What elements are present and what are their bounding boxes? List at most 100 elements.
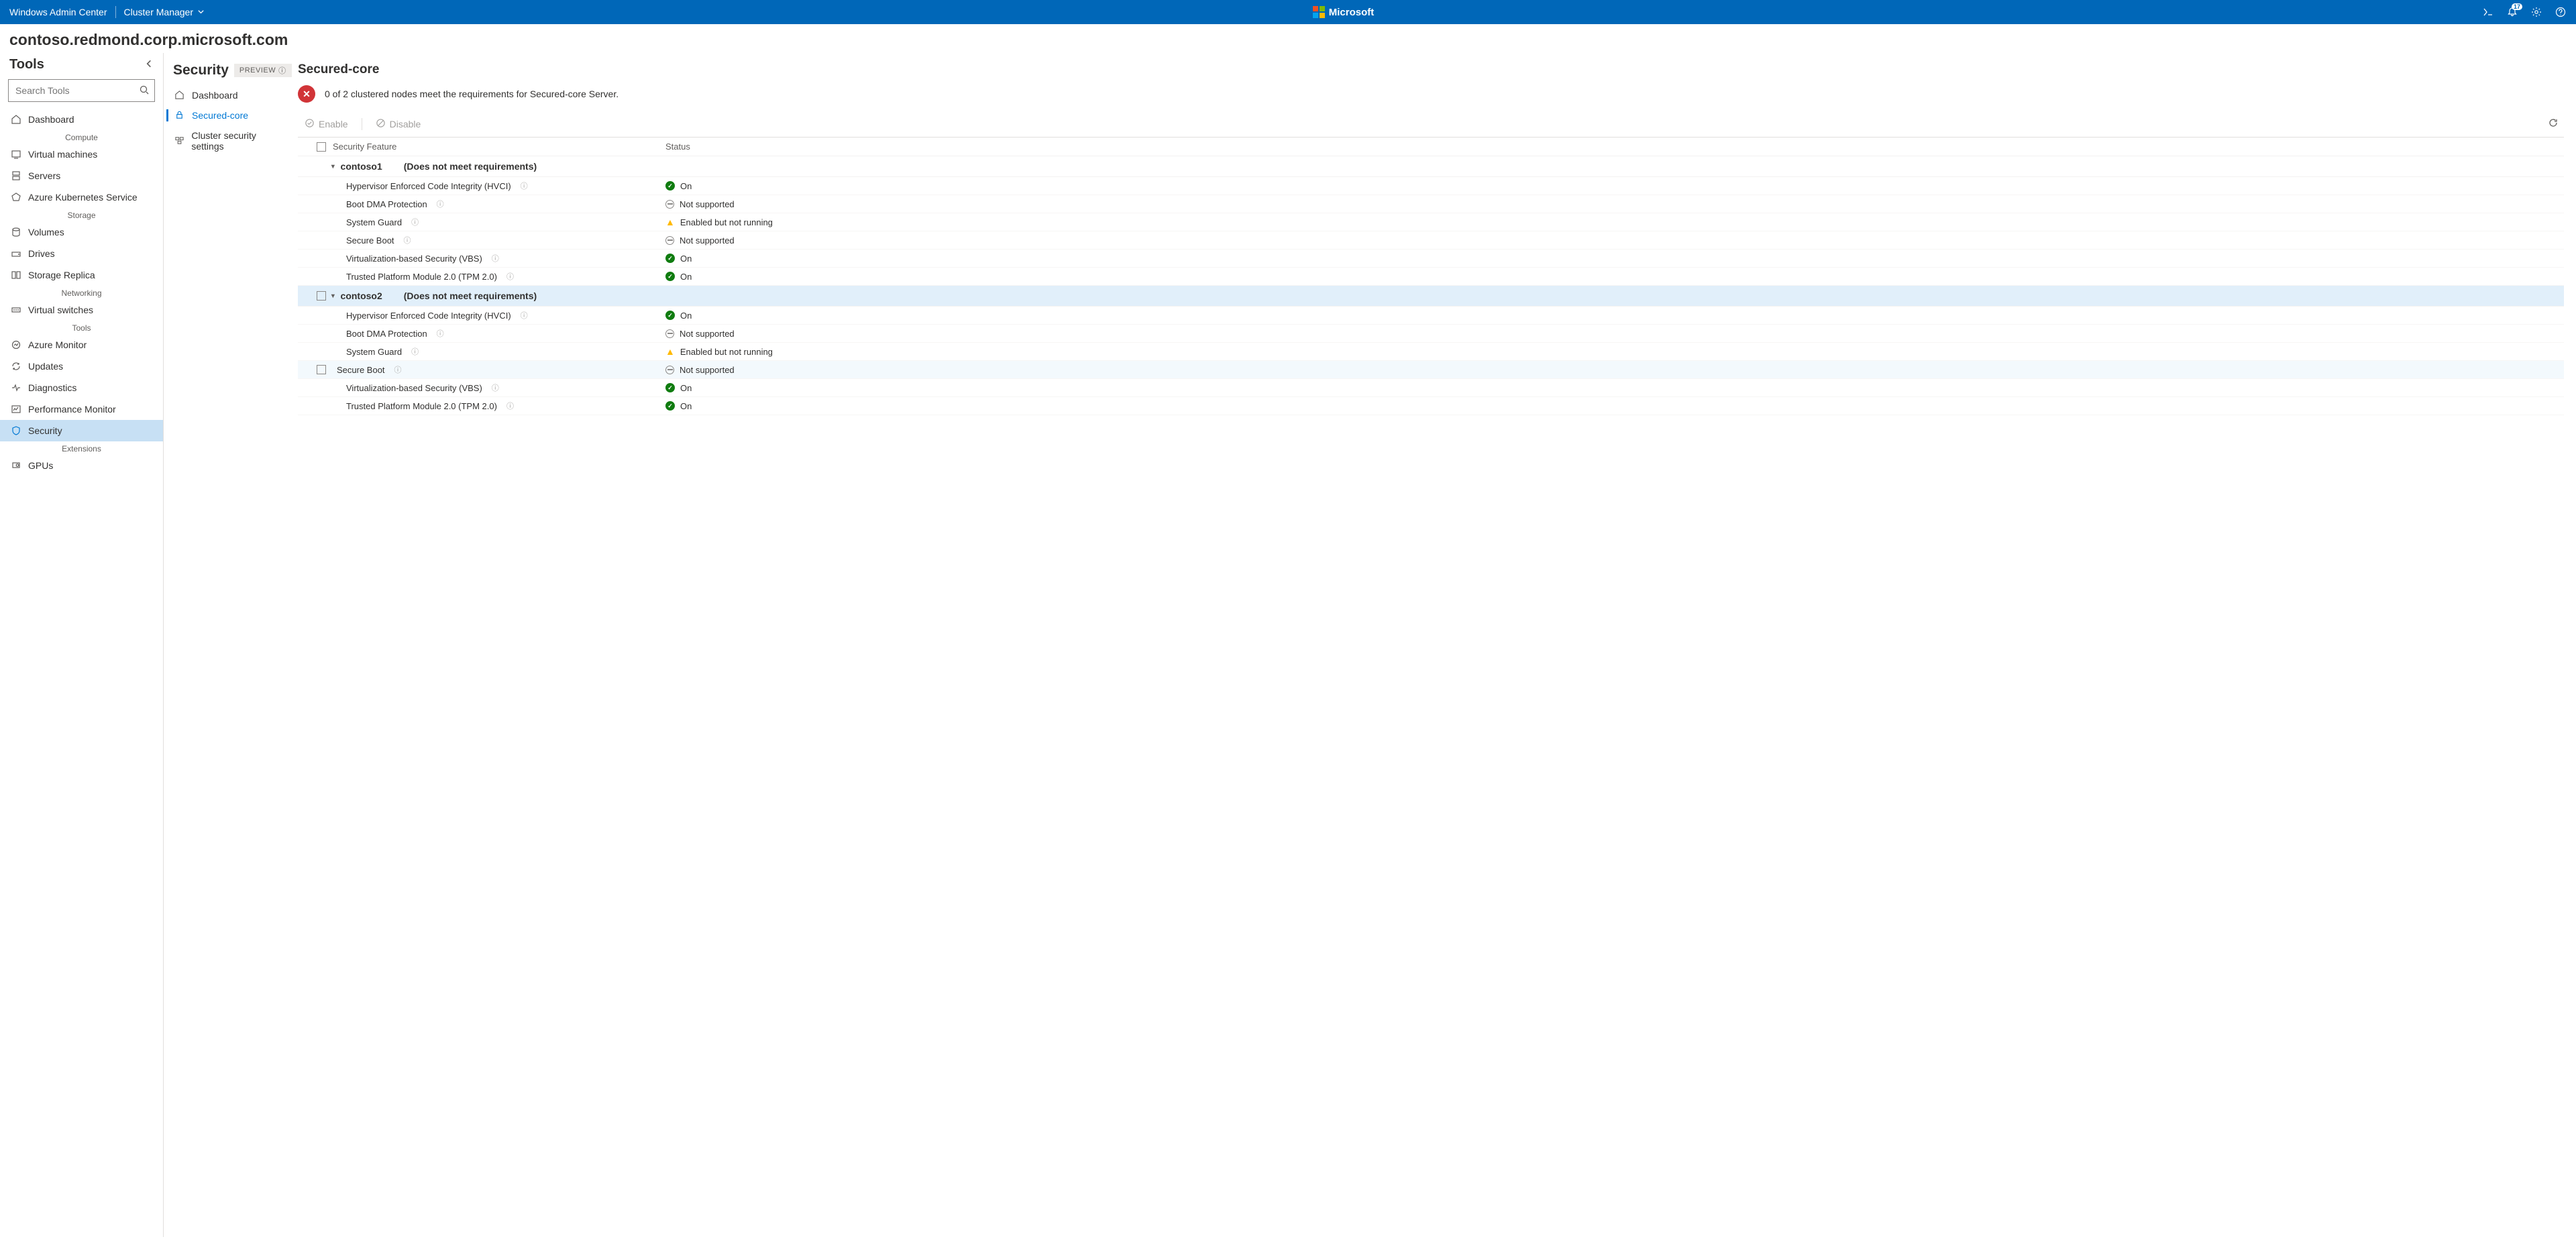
nav-label: Volumes [28,227,64,237]
node-group-row[interactable]: ▸ contoso1 (Does not meet requirements) [298,156,2564,177]
nav-storage-replica[interactable]: Storage Replica [0,264,163,286]
info-icon[interactable]: ⓘ [492,253,499,264]
command-bar: Enable Disable [298,112,2564,138]
info-icon[interactable]: ⓘ [437,328,444,339]
refresh-button[interactable] [2542,115,2564,133]
feature-row[interactable]: Secure Bootⓘ Not supported [298,231,2564,250]
table-header: Security Feature Status [298,138,2564,156]
subnav-title: Security [173,62,229,78]
col-feature-label: Security Feature [333,142,396,152]
brand-label: Microsoft [1329,7,1375,18]
disable-button[interactable]: Disable [369,115,428,133]
feature-row[interactable]: System Guardⓘ ▲Enabled but not running [298,213,2564,231]
volumes-icon [11,227,21,237]
info-icon[interactable]: ⓘ [394,364,402,375]
nav-aks[interactable]: Azure Kubernetes Service [0,186,163,208]
feature-row[interactable]: Trusted Platform Module 2.0 (TPM 2.0)ⓘ ✓… [298,397,2564,415]
feature-row[interactable]: Boot DMA Protectionⓘ Not supported [298,325,2564,343]
tools-sidebar: Tools Dashboard Compute Virtual machines… [0,53,164,1237]
feature-row[interactable]: Boot DMA Protectionⓘ Not supported [298,195,2564,213]
success-icon: ✓ [665,383,675,392]
nav-updates[interactable]: Updates [0,356,163,377]
nav-virtual-machines[interactable]: Virtual machines [0,144,163,165]
nav-label: Dashboard [28,114,74,125]
nav-performance-monitor[interactable]: Performance Monitor [0,398,163,420]
nav-label: Servers [28,170,60,181]
info-icon[interactable]: ⓘ [521,310,528,321]
feature-row[interactable]: Hypervisor Enforced Code Integrity (HVCI… [298,177,2564,195]
subnav-label: Cluster security settings [191,130,287,152]
help-icon[interactable] [2555,6,2567,18]
nav-security[interactable]: Security [0,420,163,441]
main-pane: Secured-core ✕ 0 of 2 clustered nodes me… [298,53,2576,1237]
info-icon[interactable]: ⓘ [411,217,419,227]
info-icon[interactable]: ⓘ [437,199,444,209]
warning-icon: ▲ [665,217,675,227]
status-banner: ✕ 0 of 2 clustered nodes meet the requir… [298,85,2564,103]
collapse-sidebar-button[interactable] [144,59,154,70]
nav-label: Storage Replica [28,270,95,280]
info-icon[interactable]: ⓘ [411,346,419,357]
gpu-icon [11,460,21,471]
preview-badge: PREVIEW ⓘ [234,64,292,77]
nav-azure-monitor[interactable]: Azure Monitor [0,334,163,356]
feature-row[interactable]: Trusted Platform Module 2.0 (TPM 2.0)ⓘ ✓… [298,268,2564,286]
brand: Microsoft [1313,6,1375,18]
row-checkbox[interactable] [317,291,326,301]
console-icon[interactable] [2482,6,2494,18]
nav-virtual-switches[interactable]: Virtual switches [0,299,163,321]
warning-icon: ▲ [665,346,675,357]
notification-badge: 17 [2512,3,2522,10]
notifications-icon[interactable]: 17 [2506,6,2518,18]
subnav-dashboard[interactable]: Dashboard [164,85,298,105]
subnav-cluster-security[interactable]: Cluster security settings [164,125,298,156]
info-icon: ⓘ [278,65,286,76]
not-supported-icon [665,366,674,374]
nav-label: Performance Monitor [28,404,116,415]
search-tools-input[interactable] [8,79,155,102]
nav-gpus[interactable]: GPUs [0,455,163,476]
nav-dashboard[interactable]: Dashboard [0,109,163,130]
nav-label: Diagnostics [28,382,76,393]
nav-label: Virtual machines [28,149,97,160]
node-status-note: (Does not meet requirements) [404,290,537,301]
check-circle-icon [305,118,315,130]
monitor-icon [11,339,21,350]
info-icon[interactable]: ⓘ [506,400,514,411]
info-icon[interactable]: ⓘ [404,235,411,246]
search-icon [139,85,150,97]
group-compute: Compute [0,130,163,144]
info-icon[interactable]: ⓘ [492,382,499,393]
node-name: contoso2 [341,290,382,301]
block-icon [376,118,386,130]
feature-row[interactable]: Secure Bootⓘ Not supported [298,361,2564,379]
node-status-note: (Does not meet requirements) [404,161,537,172]
node-group-row[interactable]: ▸ contoso2 (Does not meet requirements) [298,286,2564,307]
settings-icon[interactable] [2530,6,2542,18]
info-icon[interactable]: ⓘ [506,271,514,282]
nav-diagnostics[interactable]: Diagnostics [0,377,163,398]
scope-selector[interactable]: Cluster Manager [124,7,205,17]
subnav-secured-core[interactable]: Secured-core [164,105,298,125]
select-all-checkbox[interactable] [317,142,326,152]
server-icon [11,170,21,181]
feature-row[interactable]: Virtualization-based Security (VBS)ⓘ ✓On [298,379,2564,397]
nav-servers[interactable]: Servers [0,165,163,186]
row-checkbox[interactable] [317,365,326,374]
perfmon-icon [11,404,21,415]
kubernetes-icon [11,192,21,203]
nav-label: Updates [28,361,63,372]
nav-drives[interactable]: Drives [0,243,163,264]
vm-icon [11,149,21,160]
info-icon[interactable]: ⓘ [521,180,528,191]
nav-volumes[interactable]: Volumes [0,221,163,243]
connection-header: contoso.redmond.corp.microsoft.com [0,24,2576,53]
feature-row[interactable]: Virtualization-based Security (VBS)ⓘ ✓On [298,250,2564,268]
security-subnav: Security PREVIEW ⓘ Dashboard Secured-cor… [164,53,298,1237]
feature-row[interactable]: Hypervisor Enforced Code Integrity (HVCI… [298,307,2564,325]
feature-row[interactable]: System Guardⓘ ▲Enabled but not running [298,343,2564,361]
home-icon [174,90,185,101]
enable-button[interactable]: Enable [298,115,355,133]
lock-icon [174,110,185,121]
nav-label: GPUs [28,460,53,471]
